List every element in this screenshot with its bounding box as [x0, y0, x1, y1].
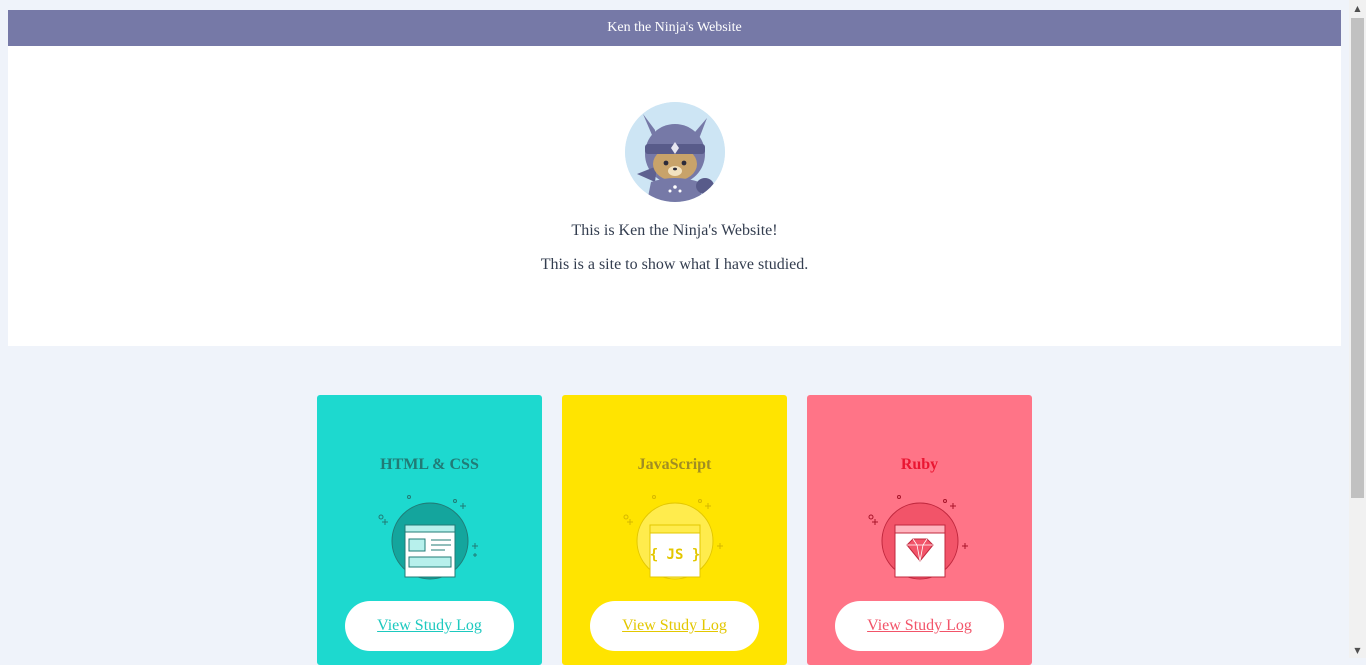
card-html-css: HTML & CSS View Study Log — [317, 395, 542, 665]
scroll-up-arrow-icon[interactable]: ▲ — [1349, 2, 1366, 16]
view-study-log-button[interactable]: View Study Log — [835, 601, 1004, 651]
svg-text:{ JS }: { JS } — [650, 547, 701, 563]
javascript-icon: { JS } — [620, 493, 730, 585]
ruby-gem-icon — [865, 493, 975, 585]
view-study-log-button[interactable]: View Study Log — [590, 601, 759, 651]
card-javascript: JavaScript { JS } View Study Log — [562, 395, 787, 665]
card-title: Ruby — [900, 456, 939, 473]
view-study-log-button[interactable]: View Study Log — [345, 601, 514, 651]
hero-section: This is Ken the Ninja's Website! This is… — [8, 46, 1341, 346]
hero-subtext: This is a site to show what I have studi… — [540, 256, 809, 273]
card-ruby: Ruby View Study Log — [807, 395, 1032, 665]
card-title: JavaScript — [637, 456, 712, 473]
page: Ken the Ninja's Website This is Ken the … — [8, 10, 1341, 346]
html-css-icon — [375, 493, 485, 585]
scroll-thumb[interactable] — [1351, 18, 1364, 498]
hero-heading: This is Ken the Ninja's Website! — [571, 222, 778, 239]
site-title: Ken the Ninja's Website — [607, 20, 742, 35]
site-header: Ken the Ninja's Website — [8, 10, 1341, 46]
card-title: HTML & CSS — [380, 456, 479, 473]
vertical-scrollbar[interactable]: ▲ ▼ — [1349, 0, 1366, 658]
scroll-down-arrow-icon[interactable]: ▼ — [1349, 644, 1366, 658]
ninja-cat-icon — [625, 102, 725, 202]
